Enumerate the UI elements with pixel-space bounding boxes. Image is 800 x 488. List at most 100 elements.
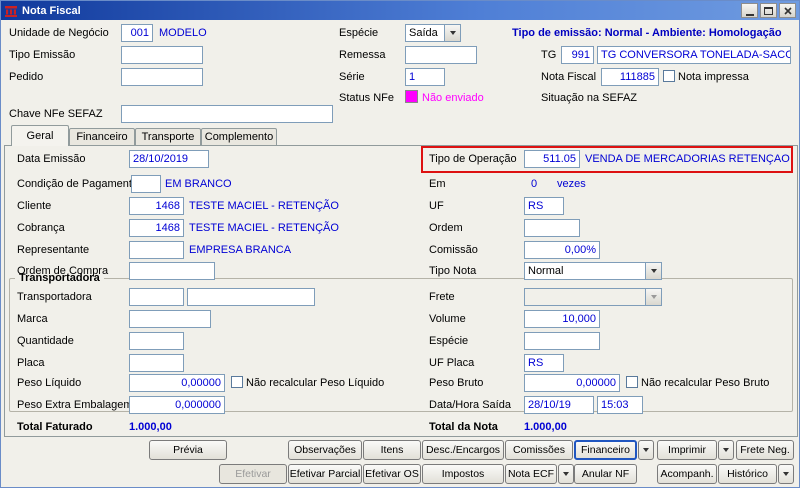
transportadora-code-field[interactable] [129,288,184,306]
nota-impressa-checkbox[interactable] [663,70,675,82]
nao-recalcular-peso-liquido-label: Não recalcular Peso Líquido [246,377,385,389]
total-da-nota-label: Total da Nota [429,421,498,433]
chevron-down-icon[interactable] [444,25,460,41]
nota-ecf-dropdown-button[interactable] [558,464,574,484]
comissoes-button[interactable]: Comissões [505,440,573,460]
chevron-down-icon [723,448,729,452]
situacao-sefaz-label: Situação na SEFAZ [541,92,637,104]
em-label: Em [429,178,446,190]
tipo-emissao-label: Tipo Emissão [9,49,76,61]
frete-neg-button[interactable]: Frete Neg. [736,440,794,460]
chave-nfe-label: Chave NFe SEFAZ [9,108,103,120]
impostos-button[interactable]: Impostos [422,464,504,484]
condicao-pagamento-label: Condição de Pagamento [17,178,139,190]
total-da-nota-value: 1.000,00 [524,421,567,433]
nota-impressa-label: Nota impressa [678,71,749,83]
hora-saida-field[interactable]: 15:03 [597,396,643,414]
uf-placa-field[interactable]: RS [524,354,564,372]
data-emissao-field[interactable]: 28/10/2019 [129,150,209,168]
observacoes-button[interactable]: Observações [288,440,362,460]
nota-fiscal-label: Nota Fiscal [541,71,597,83]
placa-label: Placa [17,357,45,369]
tipo-operacao-field[interactable]: 511.05 [524,150,580,168]
tipo-nota-combobox[interactable]: Normal [524,262,662,280]
tg-field[interactable]: 991 [561,46,594,64]
chave-nfe-field[interactable] [121,105,333,123]
uf-field[interactable]: RS [524,197,564,215]
tipo-emissao-field[interactable] [121,46,203,64]
chevron-down-icon[interactable] [645,263,661,279]
data-hora-saida-label: Data/Hora Saída [429,399,511,411]
imprimir-button[interactable]: Imprimir [657,440,717,460]
pedido-label: Pedido [9,71,44,83]
data-emissao-label: Data Emissão [17,153,86,165]
acompanh-button[interactable]: Acompanh. [657,464,717,484]
tab-transporte[interactable]: Transporte [135,128,201,146]
financeiro-button[interactable]: Financeiro [574,440,637,460]
financeiro-dropdown-button[interactable] [638,440,654,460]
chevron-down-icon[interactable] [645,289,661,305]
efetivar-parcial-button[interactable]: Efetivar Parcial [288,464,362,484]
window-title: Nota Fiscal [22,4,81,17]
data-saida-field[interactable]: 28/10/19 [524,396,594,414]
marca-field[interactable] [129,310,211,328]
representante-label: Representante [17,244,90,256]
efetivar-os-button[interactable]: Efetivar OS [363,464,421,484]
previa-button[interactable]: Prévia [149,440,227,460]
comissao-field[interactable]: 0,00% [524,241,600,259]
total-faturado-label: Total Faturado [17,421,93,433]
peso-liquido-label: Peso Líquido [17,377,82,389]
tab-complemento[interactable]: Complemento [201,128,277,146]
ordem-compra-field[interactable] [129,262,215,280]
maximize-button[interactable] [760,3,777,18]
remessa-field[interactable] [405,46,477,64]
cobranca-field[interactable]: 1468 [129,219,184,237]
tg-description-field: TG CONVERSORA TONELADA-SACO [597,46,791,64]
especie-combobox[interactable]: Saída [405,24,461,42]
nota-ecf-button[interactable]: Nota ECF [505,464,557,484]
desc-encargos-button[interactable]: Desc./Encargos [422,440,504,460]
tg-label: TG [541,49,557,61]
cliente-label: Cliente [17,200,52,212]
itens-button[interactable]: Itens [363,440,421,460]
especie-transporte-label: Espécie [429,335,469,347]
nota-fiscal-number-field[interactable]: 111885 [601,68,659,86]
pedido-field[interactable] [121,68,203,86]
tipo-operacao-label: Tipo de Operação [429,153,517,165]
total-faturado-value: 1.000,00 [129,421,172,433]
minimize-button[interactable] [741,3,758,18]
peso-liquido-field[interactable]: 0,00000 [129,374,225,392]
serie-field[interactable]: 1 [405,68,445,86]
ordem-compra-label: Ordem de Compra [17,265,109,277]
historico-dropdown-button[interactable] [778,464,794,484]
condicao-pagamento-field[interactable] [131,175,161,193]
imprimir-dropdown-button[interactable] [718,440,734,460]
tab-financeiro[interactable]: Financeiro [69,128,135,146]
especie-label: Espécie [339,27,379,39]
cliente-field[interactable]: 1468 [129,197,184,215]
tab-geral[interactable]: Geral [11,125,69,146]
close-button[interactable] [779,3,796,18]
peso-bruto-field[interactable]: 0,00000 [524,374,620,392]
efetivar-button[interactable]: Efetivar [219,464,287,484]
cobranca-name: TESTE MACIEL - RETENÇÃO [189,222,339,234]
unidade-negocio-field[interactable]: 001 [121,24,153,42]
volume-field[interactable]: 10,000 [524,310,600,328]
especie-transporte-field[interactable] [524,332,600,350]
placa-field[interactable] [129,354,184,372]
close-icon [783,6,792,15]
transportadora-name-field[interactable] [187,288,315,306]
ordem-field[interactable] [524,219,580,237]
representante-field[interactable] [129,241,184,259]
historico-button[interactable]: Histórico [718,464,777,484]
quantidade-field[interactable] [129,332,184,350]
peso-extra-embalagem-field[interactable]: 0,000000 [129,396,225,414]
nao-recalcular-peso-liquido-checkbox[interactable] [231,376,243,388]
nao-recalcular-peso-bruto-checkbox[interactable] [626,376,638,388]
transportadora-label: Transportadora [17,291,92,303]
frete-combobox[interactable] [524,288,662,306]
transportadora-groupbox [9,278,793,412]
minimize-icon [745,13,754,16]
anular-nf-button[interactable]: Anular NF [574,464,637,484]
marca-label: Marca [17,313,48,325]
